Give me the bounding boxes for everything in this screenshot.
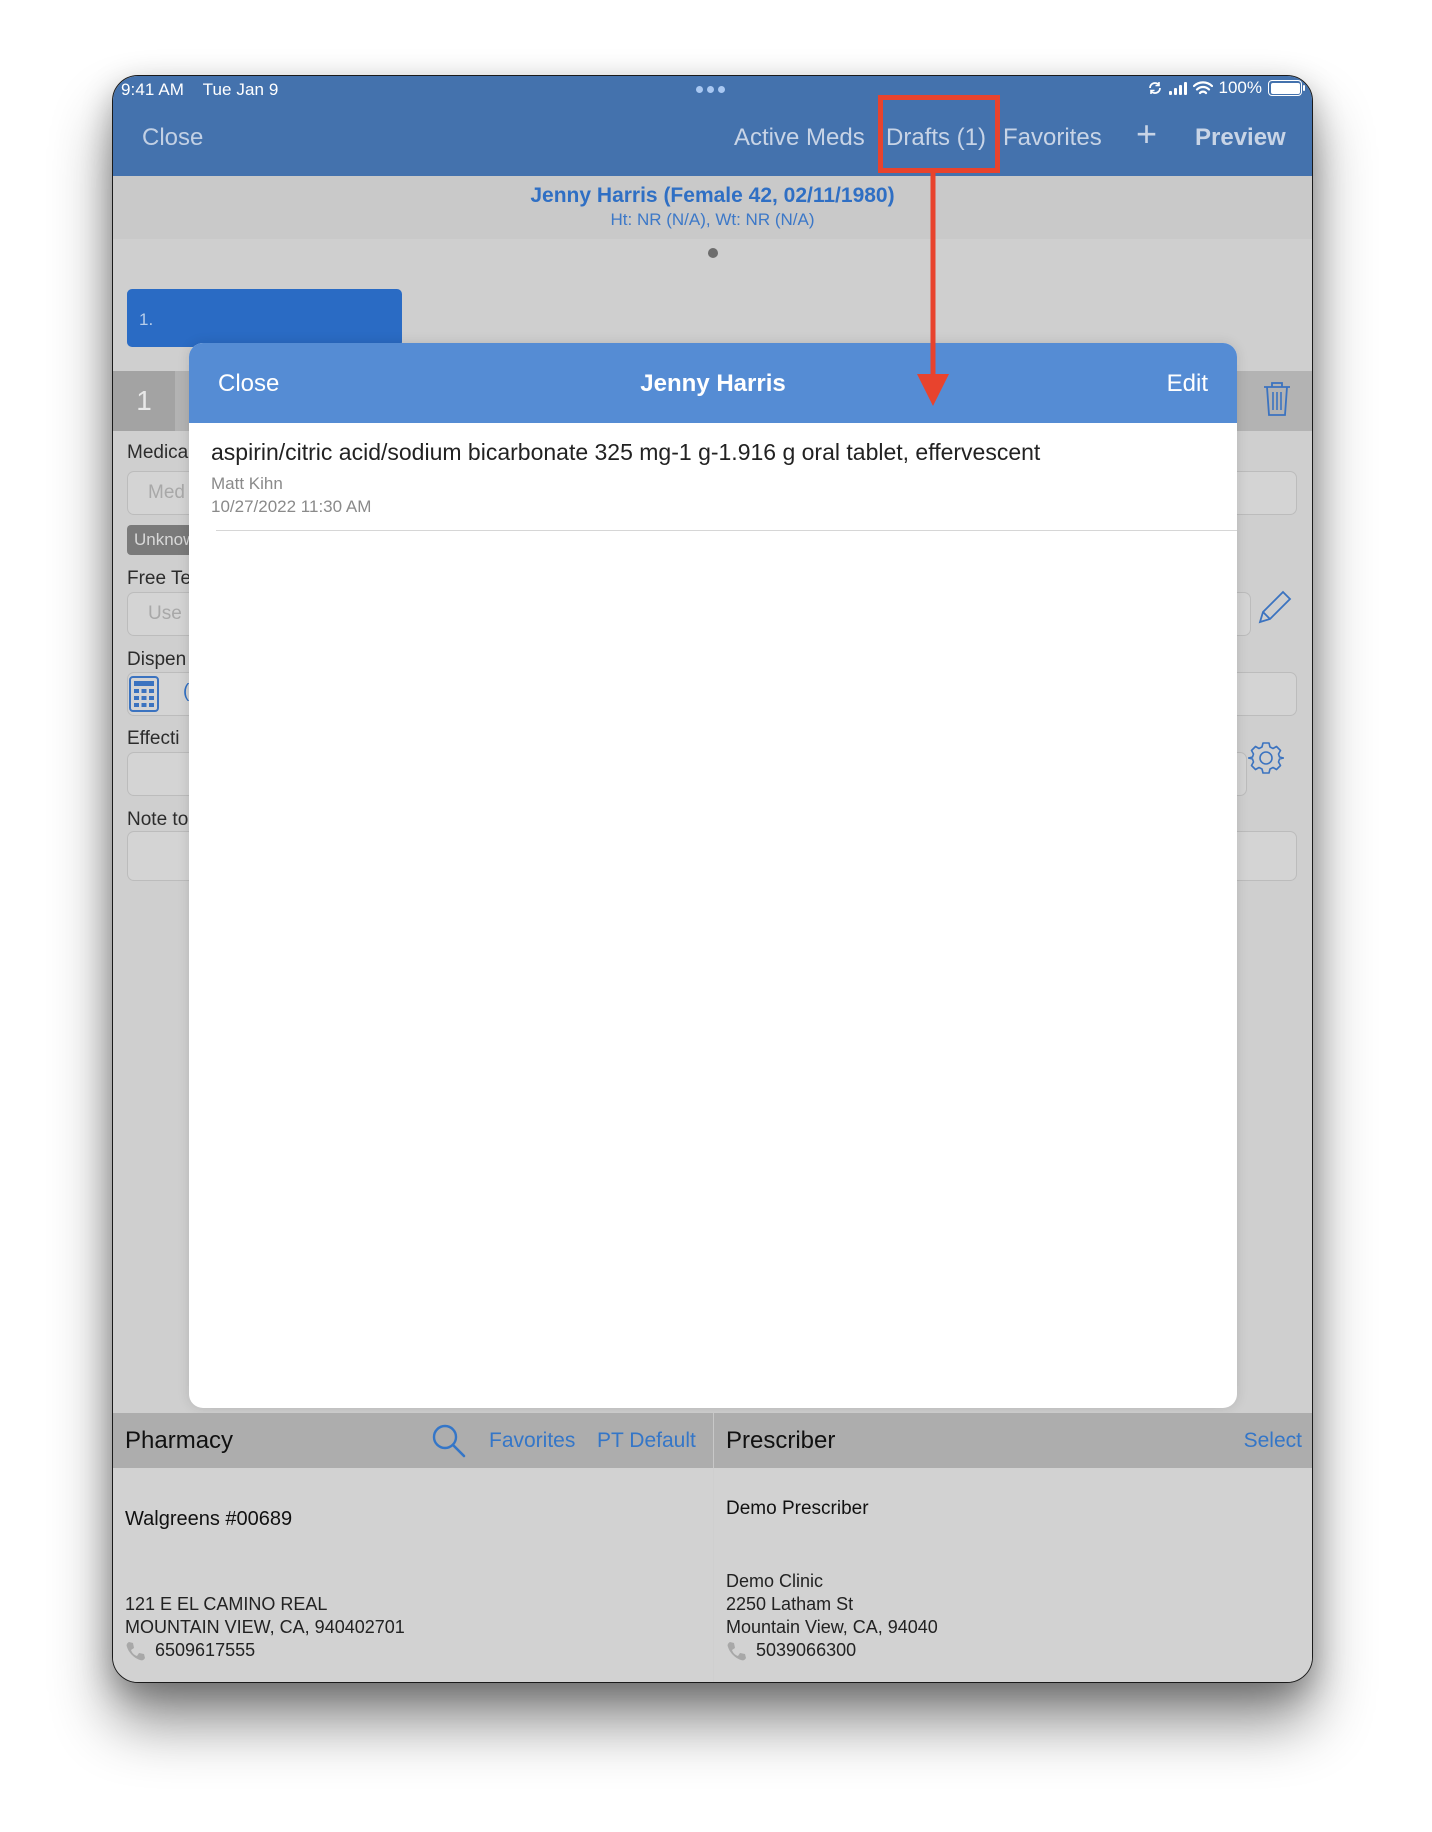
prescriber-phone: 5039066300 bbox=[756, 1640, 857, 1660]
draft-list-item[interactable]: aspirin/citric acid/sodium bicarbonate 3… bbox=[189, 423, 1237, 531]
navigation-bar: 9:41 AM Tue Jan 9 100% Close Active Meds… bbox=[113, 76, 1312, 176]
pharmacy-header: Pharmacy Favorites PT Default bbox=[113, 1413, 713, 1468]
pharmacy-address: 121 E EL CAMINO REAL MOUNTAIN VIEW, CA, … bbox=[125, 1593, 405, 1662]
free-text-label: Free Te bbox=[127, 568, 192, 589]
dispense-label: Dispen bbox=[127, 649, 187, 670]
prescriber-address-line1: 2250 Latham St bbox=[726, 1594, 854, 1614]
multitasking-dots-icon[interactable] bbox=[696, 86, 725, 93]
modal-title: Jenny Harris bbox=[640, 370, 786, 397]
add-button[interactable]: + bbox=[1136, 116, 1157, 152]
list-separator bbox=[216, 530, 1237, 531]
prescriber-title: Prescriber bbox=[726, 1427, 836, 1454]
annotation-highlight-box bbox=[878, 95, 1000, 173]
trash-icon[interactable] bbox=[1262, 381, 1292, 417]
patient-vitals: Ht: NR (N/A), Wt: NR (N/A) bbox=[610, 210, 815, 229]
pharmacy-details[interactable]: Walgreens #00689 121 E EL CAMINO REAL MO… bbox=[113, 1468, 713, 1682]
active-meds-button[interactable]: Active Meds bbox=[734, 124, 865, 152]
status-time: 9:41 AM bbox=[121, 80, 185, 99]
draft-author: Matt Kihn bbox=[211, 474, 283, 493]
wifi-icon bbox=[1192, 80, 1213, 94]
ipad-device-frame: 9:41 AM Tue Jan 9 100% Close Active Meds… bbox=[112, 75, 1313, 1683]
medication-label: Medica bbox=[127, 442, 189, 463]
battery-percent: 100% bbox=[1218, 78, 1262, 97]
pharmacy-title: Pharmacy bbox=[125, 1427, 234, 1454]
prescriber-clinic: Demo Clinic bbox=[726, 1571, 824, 1591]
prescriber-name: Demo Prescriber bbox=[726, 1498, 869, 1519]
draft-timestamp: 10/27/2022 11:30 AM bbox=[211, 497, 372, 516]
status-date: Tue Jan 9 bbox=[202, 80, 279, 99]
prescriber-address-line2: Mountain View, CA, 94040 bbox=[726, 1617, 938, 1637]
prescriber-header: Prescriber Select bbox=[714, 1413, 1312, 1468]
prescription-number: 1 bbox=[113, 371, 175, 431]
pt-default-button[interactable]: PT Default bbox=[597, 1429, 696, 1453]
cellular-signal-icon bbox=[1168, 81, 1187, 95]
prescriber-phone-row[interactable]: 5039066300 bbox=[726, 1639, 938, 1662]
battery-icon bbox=[1268, 80, 1305, 96]
pharmacy-name: Walgreens #00689 bbox=[125, 1508, 293, 1530]
modal-edit-button[interactable]: Edit bbox=[1167, 370, 1208, 398]
sync-icon bbox=[1148, 82, 1161, 94]
pharmacy-phone-row[interactable]: 6509617555 bbox=[125, 1639, 405, 1662]
pharmacy-phone: 6509617555 bbox=[155, 1640, 256, 1660]
prescriber-select-button[interactable]: Select bbox=[1244, 1429, 1302, 1453]
page-indicator bbox=[708, 248, 718, 258]
phone-icon bbox=[126, 1641, 145, 1660]
prescriber-details[interactable]: Demo Prescriber Demo Clinic 2250 Latham … bbox=[714, 1468, 1312, 1682]
pharmacy-favorites-button[interactable]: Favorites bbox=[489, 1429, 575, 1453]
patient-banner[interactable]: Jenny Harris (Female 42, 02/11/1980) Ht:… bbox=[113, 176, 1312, 239]
prescription-tab-1[interactable]: 1. bbox=[127, 289, 402, 347]
plus-icon: + bbox=[1136, 113, 1158, 154]
pencil-icon[interactable] bbox=[1254, 588, 1294, 628]
favorites-button[interactable]: Favorites bbox=[1003, 124, 1102, 152]
search-icon[interactable] bbox=[431, 1423, 467, 1459]
effective-date-label: Effecti bbox=[127, 728, 180, 749]
calculator-icon[interactable] bbox=[129, 676, 159, 712]
prescriber-address: Demo Clinic 2250 Latham St Mountain View… bbox=[726, 1570, 938, 1662]
pharmacy-address-line1: 121 E EL CAMINO REAL bbox=[125, 1594, 328, 1614]
status-bar-right: 100% bbox=[1147, 78, 1305, 98]
preview-button[interactable]: Preview bbox=[1195, 124, 1286, 152]
draft-medication: aspirin/citric acid/sodium bicarbonate 3… bbox=[211, 439, 1041, 465]
note-to-pharmacy-label: Note to bbox=[127, 809, 189, 830]
drafts-modal: Close Jenny Harris Edit aspirin/citric a… bbox=[189, 343, 1237, 1408]
close-button[interactable]: Close bbox=[142, 124, 203, 152]
pharmacy-address-line2: MOUNTAIN VIEW, CA, 940402701 bbox=[125, 1617, 405, 1637]
patient-name: Jenny Harris (Female 42, 02/11/1980) bbox=[530, 184, 895, 207]
status-bar-left: 9:41 AM Tue Jan 9 bbox=[121, 80, 292, 100]
gear-icon[interactable] bbox=[1248, 740, 1284, 776]
modal-header: Close Jenny Harris Edit bbox=[189, 343, 1237, 423]
phone-icon bbox=[727, 1641, 746, 1660]
